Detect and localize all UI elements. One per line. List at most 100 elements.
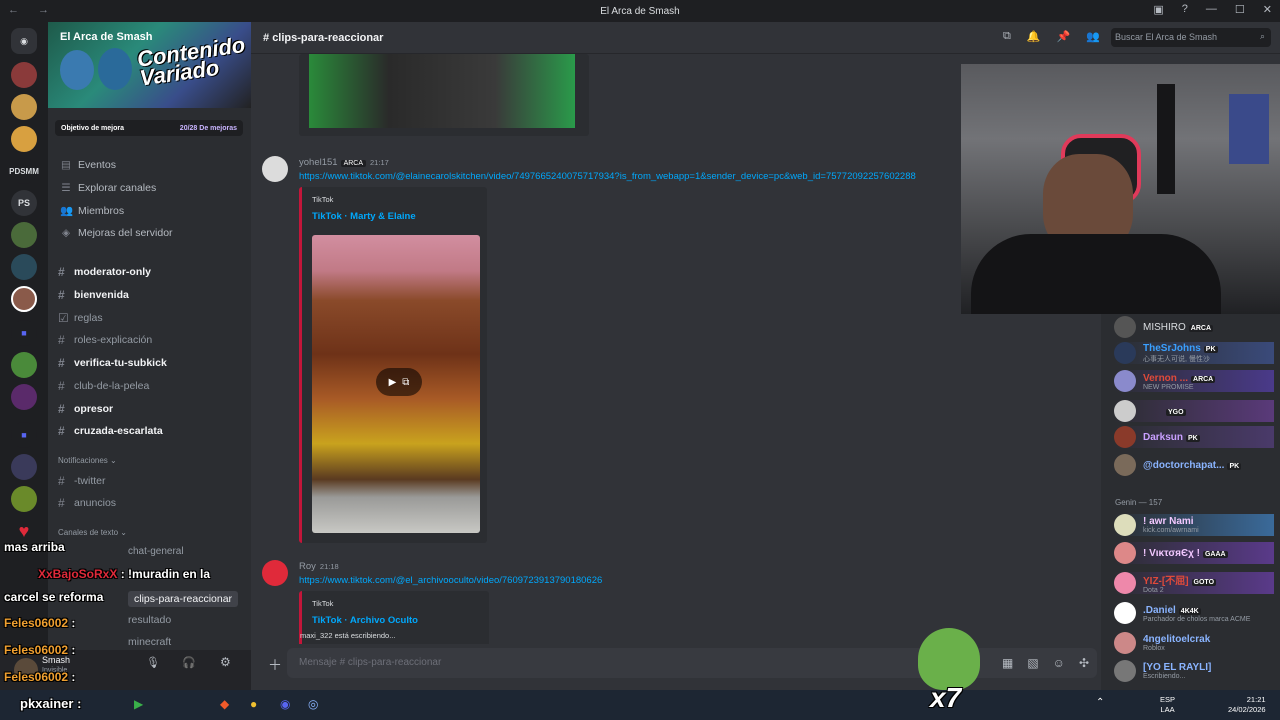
server-icon[interactable]	[11, 126, 37, 152]
channel-anuncios[interactable]: # anuncios	[58, 496, 116, 510]
emote-count: x7	[930, 682, 962, 713]
channel-verifica[interactable]: # verifica-tu-subkick	[58, 356, 167, 370]
avatar[interactable]	[262, 156, 288, 182]
channel-reglas[interactable]: ☑ reglas	[58, 311, 103, 325]
server-icon[interactable]	[11, 62, 37, 88]
server-banner[interactable]: El Arca de Smash Contenido Variado	[48, 22, 251, 108]
server-icon-active[interactable]	[11, 286, 37, 312]
brave-icon[interactable]: ◆	[220, 697, 229, 711]
channel-twitter[interactable]: # -twitter	[58, 474, 106, 488]
server-icon[interactable]	[11, 454, 37, 480]
embed-title[interactable]: TikTok · Marty & Elaine	[312, 211, 416, 222]
server-icon[interactable]	[11, 352, 37, 378]
menu-members[interactable]: 👥 Miembros	[60, 204, 124, 218]
play-button[interactable]: ▶ ⧉	[376, 368, 422, 396]
message-author[interactable]: yohel151 ARCA 21:17	[299, 157, 389, 168]
threads-icon[interactable]: ⧉	[1003, 30, 1011, 43]
clock[interactable]: 21:21 24/02/2026	[1228, 695, 1266, 715]
server-icon[interactable]	[11, 222, 37, 248]
avatar	[1114, 572, 1136, 594]
channel-label: opresor	[74, 403, 114, 415]
member-name: ! awr Nami	[1143, 516, 1194, 527]
member-name: YIZ-[不屈]	[1143, 576, 1189, 587]
member-item[interactable]: MISHIRO ARCA	[1114, 316, 1214, 338]
search-input[interactable]: Buscar El Arca de Smash ⌕	[1111, 28, 1271, 47]
nav-arrows[interactable]: ← →	[8, 4, 57, 16]
discord-home-icon[interactable]: ◉	[11, 28, 37, 54]
menu-browse-channels[interactable]: ☰ Explorar canales	[60, 182, 156, 194]
channel-cruzada[interactable]: # cruzada-escarlata	[58, 424, 163, 438]
embed-provider: TikTok	[312, 599, 334, 608]
member-item[interactable]: ! awr Nami kick.com/awrnami	[1114, 514, 1274, 536]
server-icon[interactable]	[11, 94, 37, 120]
folder-icon[interactable]: ■	[11, 422, 37, 448]
server-name[interactable]: El Arca de Smash	[60, 31, 153, 43]
discord-taskbar-icon[interactable]: ◉	[280, 697, 290, 711]
chat-user: XxBajoSoRxX	[38, 567, 118, 581]
server-pdsmm[interactable]: PDSMM	[9, 158, 39, 184]
member-item[interactable]: TheSrJohns PK 心事无人可说, 慢性沙	[1114, 342, 1274, 364]
server-icon[interactable]	[11, 254, 37, 280]
server-icon[interactable]	[11, 384, 37, 410]
gif-icon[interactable]: ▦	[1002, 656, 1013, 670]
member-list-icon[interactable]: 👥	[1086, 30, 1100, 43]
maximize-button[interactable]: ☐	[1235, 3, 1245, 16]
channel-opresor[interactable]: # opresor	[58, 402, 113, 416]
header-icons: ⧉ 🔔 📌 👥	[1003, 30, 1100, 43]
steam-icon[interactable]: ◎	[308, 697, 318, 711]
chat-text: :	[71, 643, 76, 657]
previous-video-thumbnail[interactable]	[309, 54, 575, 128]
tray-chevron-icon[interactable]: ⌃	[1096, 697, 1104, 708]
bell-icon[interactable]: 🔔	[1027, 30, 1041, 43]
category-texto[interactable]: Canales de texto ⌄	[58, 528, 127, 537]
menu-label: Mejoras del servidor	[78, 227, 173, 239]
boost-progress[interactable]: Objetivo de mejora 20/28 De mejoras	[55, 120, 243, 136]
member-status: 心事无人可说, 慢性沙	[1143, 356, 1210, 363]
hash-icon: #	[58, 379, 65, 393]
member-item[interactable]: YIZ-[不屈] GOTO Dota 2	[1114, 572, 1274, 594]
member-item[interactable]: @doctorchapat... PK	[1114, 454, 1242, 476]
member-name: @doctorchapat...	[1143, 460, 1225, 471]
message-link[interactable]: https://www.tiktok.com/@elainecarolskitc…	[299, 171, 1011, 182]
pin-icon[interactable]: 📌	[1057, 30, 1071, 43]
taskbar: pkxainer : ▶ ◆ ● ◉ ◎ ⌃ ESP LAA 21:21 24/02…	[0, 690, 1280, 720]
member-item[interactable]: .Daniel 4K4K Parchador de cholos marca ACM…	[1114, 602, 1250, 624]
channel-bienvenida[interactable]: # bienvenida	[58, 288, 129, 302]
server-icon[interactable]	[11, 486, 37, 512]
chat-line: Feles06002 :	[4, 616, 75, 630]
channel-roles[interactable]: # roles-explicación	[58, 333, 152, 347]
category-notificaciones[interactable]: Notificaciones ⌄	[58, 456, 117, 465]
member-item[interactable]: Darksun PK	[1114, 426, 1274, 448]
member-item[interactable]: Vernon ... ARCA NEW PROMISE	[1114, 370, 1274, 392]
member-name: .Daniel	[1143, 604, 1176, 616]
menu-events[interactable]: ▤ Eventos	[60, 159, 116, 171]
rules-icon: ☑	[58, 311, 69, 325]
apps-icon[interactable]: ✣	[1079, 656, 1089, 670]
help-icon[interactable]: ?	[1182, 3, 1188, 16]
close-button[interactable]: ✕	[1263, 3, 1272, 16]
hash-icon: #	[58, 288, 65, 302]
member-item[interactable]: YGO	[1114, 400, 1274, 422]
embed-title[interactable]: TikTok · Archivo Oculto	[312, 615, 418, 626]
member-item[interactable]: ! VικτσяЄχ ! GAAA	[1114, 542, 1274, 564]
channel-label: -twitter	[74, 475, 106, 487]
channel-club[interactable]: # club-de-la-pelea	[58, 379, 149, 393]
minimize-button[interactable]: —	[1206, 3, 1217, 16]
inbox-icon[interactable]: ▣	[1153, 3, 1163, 16]
language-indicator[interactable]: ESP LAA	[1160, 695, 1175, 715]
emoji-icon[interactable]: ☺	[1053, 656, 1065, 670]
previous-embed[interactable]	[299, 54, 589, 136]
menu-server-boosts[interactable]: ◈ Mejoras del servidor	[60, 227, 173, 239]
server-ps[interactable]: PS	[11, 190, 37, 216]
folder-icon[interactable]: ■	[11, 320, 37, 346]
sticker-icon[interactable]: ▧	[1027, 656, 1038, 670]
member-item[interactable]: 4ngelitoelcrak Roblox	[1114, 632, 1210, 654]
message-link[interactable]: https://www.tiktok.com/@el_archivooculto…	[299, 575, 799, 586]
member-item[interactable]: [YO EL RAYLI] Escribiendo...	[1114, 660, 1211, 682]
channel-moderator-only[interactable]: # moderator-only	[58, 265, 151, 279]
app-icon[interactable]: ▶	[134, 697, 143, 711]
chrome-icon[interactable]: ●	[250, 697, 257, 711]
video-player[interactable]: ▶ ⧉	[312, 235, 480, 533]
message-author[interactable]: Roy 21:18	[299, 561, 339, 572]
hash-icon: #	[58, 424, 65, 438]
